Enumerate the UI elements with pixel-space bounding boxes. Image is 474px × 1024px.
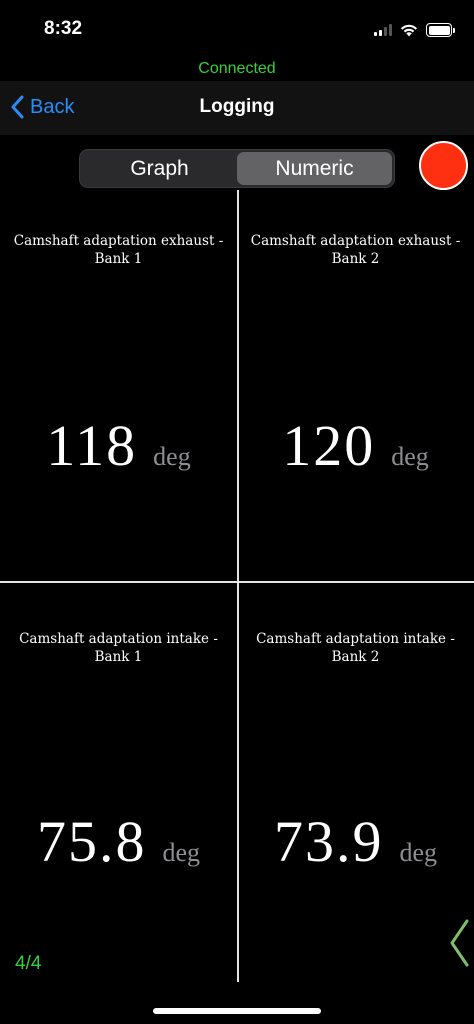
gauge-reading: 73.9 deg <box>237 808 474 875</box>
wifi-icon <box>401 24 417 36</box>
gauge-label-line1: Camshaft adaptation intake - <box>256 631 455 647</box>
gauge-label: Camshaft adaptation exhaust - Bank 2 <box>237 232 474 268</box>
status-bar: 8:32 <box>0 0 474 58</box>
status-icons <box>374 22 455 38</box>
status-time: 8:32 <box>44 18 83 39</box>
gauge-cell-exhaust-bank2: Camshaft adaptation exhaust - Bank 2 120… <box>237 190 474 581</box>
gauge-reading: 75.8 deg <box>0 808 237 875</box>
page-nav-button[interactable] <box>448 918 470 973</box>
home-indicator[interactable] <box>153 1008 321 1014</box>
gauge-reading: 120 deg <box>237 412 474 479</box>
gauge-label-line2: Bank 2 <box>331 649 380 665</box>
gauge-label-line1: Camshaft adaptation exhaust - <box>13 233 224 249</box>
gauge-cell-intake-bank2: Camshaft adaptation intake - Bank 2 73.9… <box>237 582 474 982</box>
gauge-label: Camshaft adaptation exhaust - Bank 1 <box>0 232 237 268</box>
gauge-label: Camshaft adaptation intake - Bank 1 <box>0 630 237 666</box>
gauge-unit: deg <box>391 442 429 471</box>
gauge-label-line1: Camshaft adaptation exhaust - <box>250 233 461 249</box>
gauge-unit: deg <box>399 838 438 867</box>
cellular-signal-icon <box>374 24 392 36</box>
record-button[interactable] <box>419 141 468 190</box>
gauge-value: 120 <box>282 413 376 478</box>
gauge-label-line1: Camshaft adaptation intake - <box>19 631 218 647</box>
gauge-value: 73.9 <box>273 809 384 874</box>
connection-status: Connected <box>198 60 276 77</box>
gauge-reading: 118 deg <box>0 412 237 479</box>
segment-numeric[interactable]: Numeric <box>237 152 392 185</box>
chevron-left-icon <box>450 919 469 967</box>
gauge-label-line2: Bank 1 <box>94 649 143 665</box>
view-mode-segmented-control: Graph Numeric <box>79 149 395 188</box>
logging-screen: 8:32 Connected Back Logging Graph Numeri… <box>0 0 474 1024</box>
page-indicator: 4/4 <box>15 953 42 974</box>
gauge-label-line2: Bank 1 <box>94 251 143 267</box>
gauge-label: Camshaft adaptation intake - Bank 2 <box>237 630 474 666</box>
segment-graph[interactable]: Graph <box>82 152 237 185</box>
gauge-label-line2: Bank 2 <box>331 251 380 267</box>
battery-icon <box>426 23 455 37</box>
gauge-value: 75.8 <box>36 809 147 874</box>
page-title: Logging <box>199 96 275 117</box>
gauge-value: 118 <box>46 413 138 478</box>
gauge-cell-intake-bank1: Camshaft adaptation intake - Bank 1 75.8… <box>0 582 237 982</box>
navigation-bar: Back Logging <box>0 81 474 135</box>
gauge-unit: deg <box>162 838 201 867</box>
gauge-cell-exhaust-bank1: Camshaft adaptation exhaust - Bank 1 118… <box>0 190 237 581</box>
gauge-unit: deg <box>153 442 191 471</box>
